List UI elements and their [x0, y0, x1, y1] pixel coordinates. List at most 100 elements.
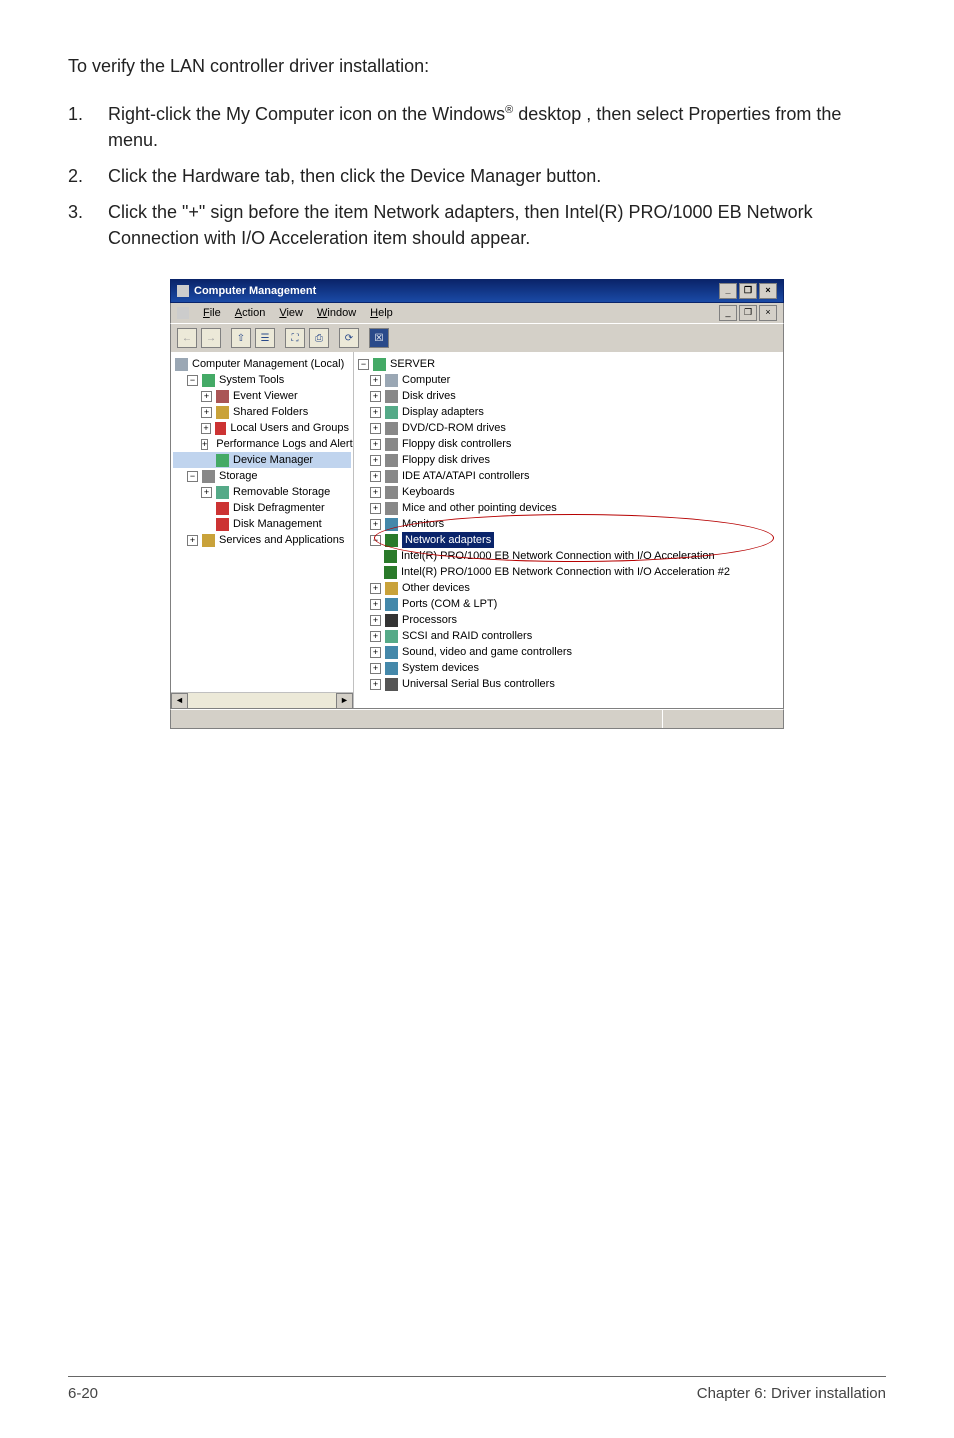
expand-icon[interactable]: +	[201, 423, 211, 434]
dev-sound[interactable]: +Sound, video and game controllers	[356, 644, 781, 660]
child-minimize-button[interactable]: _	[719, 305, 737, 321]
dev-computer[interactable]: +Computer	[356, 372, 781, 388]
child-restore-button[interactable]: ❐	[739, 305, 757, 321]
tree-performance-logs[interactable]: +Performance Logs and Alerts	[173, 436, 351, 452]
toolbar-print-button[interactable]: ⎙	[309, 328, 329, 348]
expand-icon[interactable]: +	[201, 487, 212, 498]
menu-action[interactable]: Action	[235, 307, 266, 319]
sound-icon	[385, 646, 398, 659]
toolbar-refresh-button[interactable]: ⟳	[339, 328, 359, 348]
toolbar-back-button[interactable]: ←	[177, 328, 197, 348]
dev-keyboards[interactable]: +Keyboards	[356, 484, 781, 500]
dev-usb[interactable]: +Universal Serial Bus controllers	[356, 676, 781, 692]
dev-nic-2[interactable]: Intel(R) PRO/1000 EB Network Connection …	[356, 564, 781, 580]
expand-icon[interactable]: +	[370, 599, 381, 610]
mdi-icon	[177, 307, 189, 319]
menu-view[interactable]: View	[279, 307, 303, 319]
tree-storage[interactable]: −Storage	[173, 468, 351, 484]
expand-icon[interactable]: +	[370, 391, 381, 402]
maximize-button[interactable]: ❐	[739, 283, 757, 299]
tree-event-viewer[interactable]: +Event Viewer	[173, 388, 351, 404]
toolbar-list-button[interactable]: ☰	[255, 328, 275, 348]
dev-ports[interactable]: +Ports (COM & LPT)	[356, 596, 781, 612]
expand-icon[interactable]: +	[370, 439, 381, 450]
dev-nic-1[interactable]: Intel(R) PRO/1000 EB Network Connection …	[356, 548, 781, 564]
toolbar-forward-button[interactable]: →	[201, 328, 221, 348]
scroll-left-button[interactable]: ◄	[171, 693, 188, 708]
collapse-icon[interactable]: −	[187, 471, 198, 482]
expand-icon[interactable]: +	[370, 663, 381, 674]
expand-icon[interactable]: +	[370, 471, 381, 482]
step-1-before: Right-click the My Computer icon on the …	[108, 104, 505, 124]
tree-shared-folders[interactable]: +Shared Folders	[173, 404, 351, 420]
child-close-button[interactable]: ×	[759, 305, 777, 321]
expand-icon[interactable]: +	[370, 375, 381, 386]
collapse-icon[interactable]: −	[358, 359, 369, 370]
floppy-icon	[385, 454, 398, 467]
dev-processors[interactable]: +Processors	[356, 612, 781, 628]
tree-services-apps[interactable]: +Services and Applications	[173, 532, 351, 548]
expand-icon[interactable]: +	[370, 631, 381, 642]
tree-system-tools[interactable]: −System Tools	[173, 372, 351, 388]
intro-text: To verify the LAN controller driver inst…	[68, 56, 886, 77]
minimize-button[interactable]: _	[719, 283, 737, 299]
step-3-text: Click the "+" sign before the item Netwo…	[108, 199, 886, 251]
keyboard-icon	[385, 486, 398, 499]
folder-icon	[216, 406, 229, 419]
dev-system[interactable]: +System devices	[356, 660, 781, 676]
expand-icon[interactable]: +	[370, 423, 381, 434]
tree-removable-storage[interactable]: +Removable Storage	[173, 484, 351, 500]
dev-dvd[interactable]: +DVD/CD-ROM drives	[356, 420, 781, 436]
toolbar: ← → ⇧ ☰ ⛶ ⎙ ⟳ ☒	[170, 323, 784, 352]
dvd-icon	[385, 422, 398, 435]
expand-icon[interactable]: +	[370, 679, 381, 690]
expand-icon[interactable]: +	[370, 647, 381, 658]
step-2-num: 2.	[68, 163, 108, 189]
computer-icon	[385, 374, 398, 387]
status-cell-1	[171, 710, 663, 728]
usb-icon	[385, 678, 398, 691]
menu-window[interactable]: Window	[317, 307, 356, 319]
dev-ide[interactable]: +IDE ATA/ATAPI controllers	[356, 468, 781, 484]
scroll-right-button[interactable]: ►	[336, 693, 353, 708]
expand-icon[interactable]: +	[201, 439, 208, 450]
dev-floppy-ctrl[interactable]: +Floppy disk controllers	[356, 436, 781, 452]
expand-icon[interactable]: +	[201, 391, 212, 402]
tree-disk-defragmenter[interactable]: Disk Defragmenter	[173, 500, 351, 516]
dev-network-adapters[interactable]: −Network adapters	[356, 532, 781, 548]
expand-icon[interactable]: +	[370, 583, 381, 594]
dev-disk-drives[interactable]: +Disk drives	[356, 388, 781, 404]
menu-file[interactable]: File	[203, 307, 221, 319]
tree-disk-management[interactable]: Disk Management	[173, 516, 351, 532]
dev-monitors[interactable]: +Monitors	[356, 516, 781, 532]
expand-icon[interactable]: +	[370, 487, 381, 498]
expand-icon[interactable]: +	[370, 519, 381, 530]
collapse-icon[interactable]: −	[187, 375, 198, 386]
expand-icon[interactable]: +	[370, 503, 381, 514]
dev-mice[interactable]: +Mice and other pointing devices	[356, 500, 781, 516]
dev-floppy[interactable]: +Floppy disk drives	[356, 452, 781, 468]
dev-server[interactable]: −SERVER	[356, 356, 781, 372]
toolbar-extra-button[interactable]: ☒	[369, 328, 389, 348]
expand-icon[interactable]: +	[370, 407, 381, 418]
dev-other[interactable]: +Other devices	[356, 580, 781, 596]
expand-icon[interactable]: +	[187, 535, 198, 546]
steps-list: 1. Right-click the My Computer icon on t…	[68, 101, 886, 251]
menu-help[interactable]: Help	[370, 307, 393, 319]
window-titlebar[interactable]: Computer Management _ ❐ ×	[170, 279, 784, 303]
expand-icon[interactable]: +	[201, 407, 212, 418]
tree-device-manager[interactable]: Device Manager	[173, 452, 351, 468]
toolbar-up-button[interactable]: ⇧	[231, 328, 251, 348]
dev-scsi[interactable]: +SCSI and RAID controllers	[356, 628, 781, 644]
close-button[interactable]: ×	[759, 283, 777, 299]
left-scrollbar[interactable]: ◄ ►	[171, 692, 353, 708]
dev-display-adapters[interactable]: +Display adapters	[356, 404, 781, 420]
collapse-icon[interactable]: −	[370, 535, 381, 546]
tree-local-users[interactable]: +Local Users and Groups	[173, 420, 351, 436]
window-title-text: Computer Management	[194, 285, 316, 297]
tree-root[interactable]: Computer Management (Local)	[173, 356, 351, 372]
expand-icon[interactable]: +	[370, 455, 381, 466]
diskmgmt-icon	[216, 518, 229, 531]
toolbar-properties-button[interactable]: ⛶	[285, 328, 305, 348]
expand-icon[interactable]: +	[370, 615, 381, 626]
